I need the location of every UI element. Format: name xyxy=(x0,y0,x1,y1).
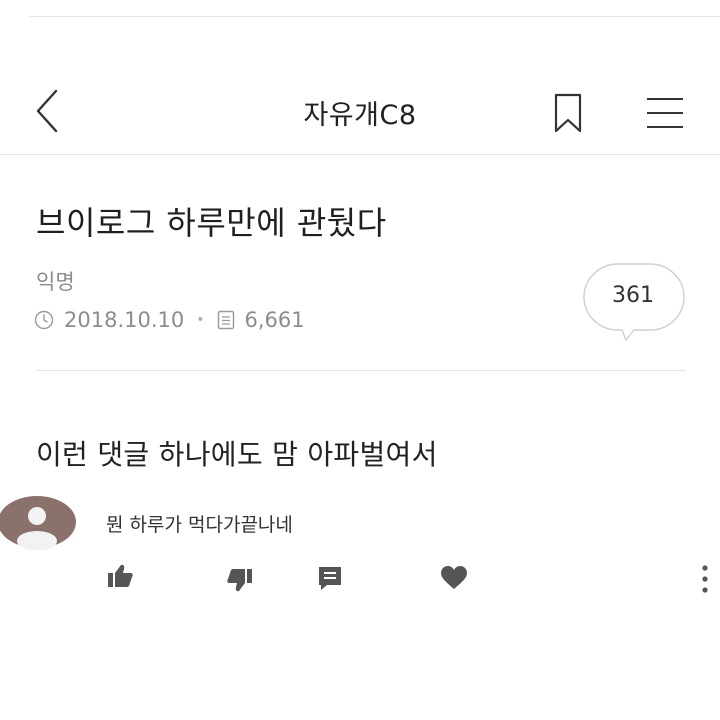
menu-button[interactable] xyxy=(640,90,690,136)
bookmark-icon xyxy=(554,93,582,133)
heart-icon xyxy=(441,566,467,589)
top-divider xyxy=(30,16,720,17)
thumbs-down-icon xyxy=(227,569,252,592)
post-title: 브이로그 하루만에 관뒀다 xyxy=(36,204,387,242)
post-body: 이런 댓글 하나에도 맘 아파벌여서 xyxy=(36,438,438,471)
header-divider xyxy=(0,154,720,155)
clock-icon xyxy=(34,309,56,331)
hamburger-menu-icon xyxy=(647,98,683,128)
avatar xyxy=(0,496,76,550)
post-meta: 2018.10.10 • 6,661 xyxy=(34,308,305,332)
post-divider xyxy=(36,370,686,371)
bookmark-button[interactable] xyxy=(546,90,590,136)
document-icon xyxy=(217,309,239,331)
post-views: 6,661 xyxy=(244,308,305,332)
post-date: 2018.10.10 xyxy=(64,308,185,332)
like-button[interactable] xyxy=(102,559,138,593)
meta-separator: • xyxy=(196,312,205,328)
more-options-button[interactable] xyxy=(690,560,720,598)
post-author: 익명 xyxy=(36,270,75,294)
reply-button[interactable] xyxy=(312,561,348,595)
thumbs-up-icon xyxy=(108,564,133,587)
board-title: 자유개C8 xyxy=(303,100,417,131)
heart-button[interactable] xyxy=(436,561,472,595)
comment-text: 뭔 하루가 먹다가끝나네 xyxy=(106,514,293,536)
more-vertical-icon xyxy=(702,565,708,593)
dislike-button[interactable] xyxy=(222,563,258,597)
reply-icon xyxy=(319,567,341,590)
comment-count: 361 xyxy=(612,283,654,308)
